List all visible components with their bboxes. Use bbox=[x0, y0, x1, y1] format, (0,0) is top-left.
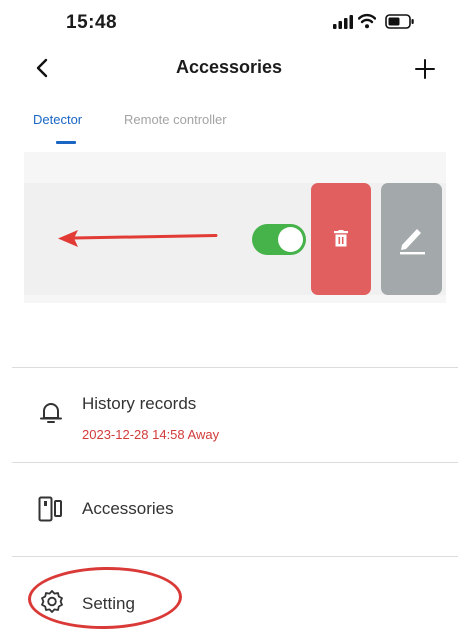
door-sensor-icon bbox=[38, 496, 62, 522]
delete-button[interactable] bbox=[311, 183, 371, 295]
history-latest-record: 2023-12-28 14:58 Away bbox=[82, 427, 220, 442]
toggle-knob bbox=[278, 227, 303, 252]
add-icon[interactable] bbox=[413, 57, 437, 81]
tab-active-indicator bbox=[56, 141, 76, 144]
swipe-left-arrow-icon bbox=[58, 230, 218, 247]
device-enabled-toggle[interactable] bbox=[252, 224, 306, 255]
tab-detector[interactable]: Detector bbox=[33, 112, 82, 127]
status-time: 15:48 bbox=[66, 12, 118, 33]
cellular-signal-icon bbox=[333, 15, 353, 29]
wifi-icon bbox=[358, 13, 376, 29]
accessories-row[interactable] bbox=[12, 463, 458, 556]
tab-remote-controller[interactable]: Remote controller bbox=[124, 112, 227, 127]
edit-button[interactable] bbox=[381, 183, 442, 295]
accessories-label: Accessories bbox=[82, 499, 174, 518]
history-records-label: History records bbox=[82, 394, 197, 413]
page-title: Accessories bbox=[175, 57, 283, 77]
bell-icon bbox=[40, 403, 62, 423]
pencil-icon bbox=[399, 229, 425, 255]
history-records-row[interactable] bbox=[12, 368, 458, 462]
trash-icon bbox=[334, 230, 348, 247]
battery-icon bbox=[385, 14, 414, 29]
